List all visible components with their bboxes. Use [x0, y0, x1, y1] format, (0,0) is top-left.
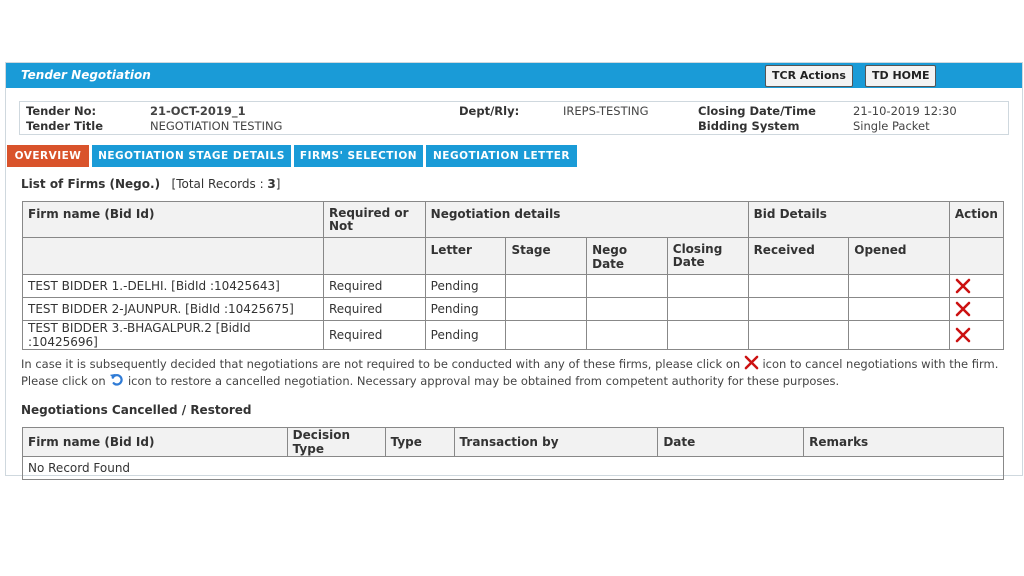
col-transaction-by: Transaction by	[453, 427, 659, 457]
received-cell	[747, 320, 850, 350]
cancelled-heading: Negotiations Cancelled / Restored	[21, 403, 252, 417]
nego-date-cell	[586, 297, 668, 321]
table-row: TEST BIDDER 3.-BHAGALPUR.2 [BidId :10425…	[22, 320, 1005, 350]
firms-list-heading: List of Firms (Nego.) [Total Records : 3…	[21, 177, 280, 191]
cancel-negotiation-icon[interactable]	[955, 327, 971, 343]
subcol-letter: Letter	[424, 237, 507, 275]
opened-cell	[848, 274, 950, 298]
dept-label: Dept/Rly:	[459, 104, 520, 118]
subcol-empty-firm	[22, 237, 324, 275]
subcol-nego-date: Nego Date	[586, 237, 668, 275]
required-cell: Required	[322, 297, 426, 321]
col-action: Action	[948, 201, 1005, 238]
subcol-stage: Stage	[505, 237, 588, 275]
col-firm-name: Firm name (Bid Id)	[22, 201, 324, 238]
title-bar: Tender Negotiation TCR Actions TD HOME	[6, 63, 1022, 88]
letter-cell: Pending	[424, 320, 507, 350]
col-nego-details: Negotiation details	[424, 201, 749, 238]
col-firm-name: Firm name (Bid Id)	[22, 427, 288, 457]
cancel-negotiation-icon[interactable]	[955, 301, 971, 317]
subcol-empty-required	[322, 237, 426, 275]
tender-info-box: Tender No: 21-OCT-2019_1 Tender Title NE…	[19, 101, 1009, 135]
letter-cell: Pending	[424, 274, 507, 298]
opened-cell	[848, 320, 950, 350]
col-bid-details: Bid Details	[747, 201, 950, 238]
table-row: TEST BIDDER 1.-DELHI. [BidId :10425643] …	[22, 274, 1005, 298]
total-suffix: ]	[275, 177, 281, 191]
bidding-value: Single Packet	[853, 119, 930, 133]
subcol-closing-date: Closing Date	[666, 237, 749, 275]
stage-cell	[505, 274, 588, 298]
col-decision-type: Decision Type	[286, 427, 386, 457]
note-part-3: icon to restore a cancelled negotiation.…	[127, 374, 840, 388]
td-home-button[interactable]: TD HOME	[865, 65, 937, 87]
action-cell	[948, 320, 1005, 350]
firms-list-title: List of Firms (Nego.)	[21, 177, 161, 191]
action-cell	[948, 297, 1005, 321]
nego-date-cell	[586, 320, 668, 350]
tender-title-label: Tender Title	[26, 119, 104, 133]
bidding-label: Bidding System	[698, 119, 800, 133]
cancel-negotiation-icon[interactable]	[955, 278, 971, 294]
tender-title-value: NEGOTIATION TESTING	[150, 119, 283, 133]
col-remarks: Remarks	[803, 427, 1004, 457]
note-part-1: In case it is subsequently decided that …	[21, 357, 741, 371]
help-note: In case it is subsequently decided that …	[21, 355, 1015, 389]
total-prefix: [Total Records :	[171, 177, 268, 191]
required-cell: Required	[322, 320, 426, 350]
closing-date-cell	[666, 274, 749, 298]
stage-cell	[505, 320, 588, 350]
tcr-actions-button[interactable]: TCR Actions	[765, 65, 853, 87]
dept-value: IREPS-TESTING	[563, 104, 649, 118]
subcol-opened: Opened	[848, 237, 950, 275]
tender-no-value: 21-OCT-2019_1	[150, 104, 246, 118]
tab-negotiation-letter[interactable]: NEGOTIATION LETTER	[426, 145, 577, 167]
firm-name-cell: TEST BIDDER 3.-BHAGALPUR.2 [BidId :10425…	[22, 320, 324, 350]
table-row: TEST BIDDER 2-JAUNPUR. [BidId :10425675]…	[22, 297, 1005, 321]
firm-name-cell: TEST BIDDER 2-JAUNPUR. [BidId :10425675]	[22, 297, 324, 321]
subcol-empty-action	[948, 237, 1005, 275]
received-cell	[747, 274, 850, 298]
tender-negotiation-panel: Tender Negotiation TCR Actions TD HOME T…	[5, 62, 1023, 480]
restore-icon	[110, 373, 123, 386]
col-type: Type	[384, 427, 455, 457]
cancel-icon	[744, 355, 759, 370]
required-cell: Required	[322, 274, 426, 298]
col-date: Date	[657, 427, 805, 457]
tender-no-label: Tender No:	[26, 104, 97, 118]
no-record-cell: No Record Found	[22, 456, 1004, 480]
cancelled-table: Firm name (Bid Id) Decision Type Type Tr…	[22, 427, 1004, 480]
total-count: 3	[267, 177, 276, 191]
firm-name-cell: TEST BIDDER 1.-DELHI. [BidId :10425643]	[22, 274, 324, 298]
action-cell	[948, 274, 1005, 298]
tab-negotiation-stage-details[interactable]: NEGOTIATION STAGE DETAILS	[92, 145, 291, 167]
col-required: Required or Not	[322, 201, 426, 238]
nego-date-cell	[586, 274, 668, 298]
closing-date-cell	[666, 297, 749, 321]
closing-label: Closing Date/Time	[698, 104, 816, 118]
subcol-received: Received	[747, 237, 850, 275]
opened-cell	[848, 297, 950, 321]
received-cell	[747, 297, 850, 321]
firms-table: Firm name (Bid Id) Required or Not Negot…	[22, 201, 1005, 350]
letter-cell: Pending	[424, 297, 507, 321]
tab-firms-selection[interactable]: FIRMS' SELECTION	[294, 145, 423, 167]
tab-overview[interactable]: OVERVIEW	[7, 145, 89, 167]
page-title: Tender Negotiation	[21, 68, 151, 82]
closing-date-cell	[666, 320, 749, 350]
stage-cell	[505, 297, 588, 321]
closing-value: 21-10-2019 12:30	[853, 104, 957, 118]
